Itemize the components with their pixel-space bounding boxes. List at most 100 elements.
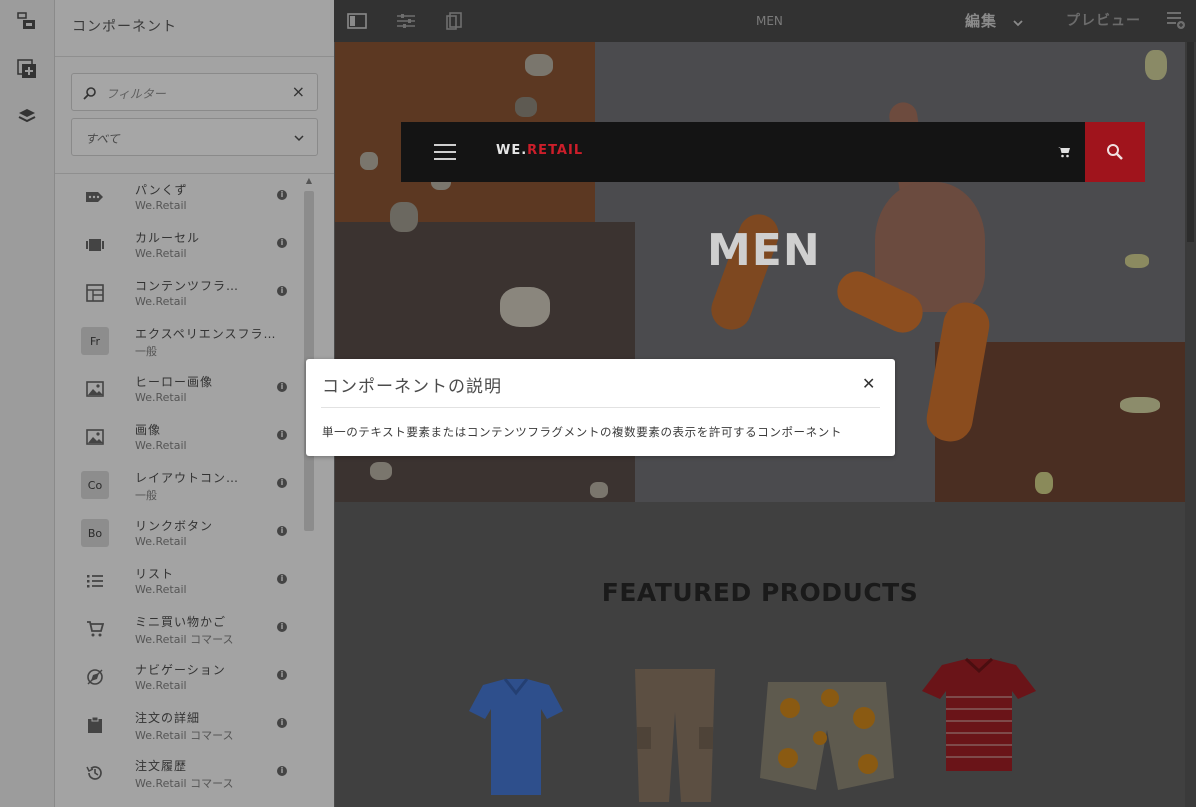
link-button-badge: Bo bbox=[81, 519, 109, 547]
site-header: WE.RETAIL bbox=[401, 122, 1085, 182]
dialog-title: コンポーネントの説明 bbox=[322, 377, 502, 397]
mode-selector[interactable]: 編集 bbox=[965, 10, 997, 31]
component-group: We.Retail bbox=[135, 247, 187, 260]
list-item[interactable]: カルーセル We.Retail i bbox=[55, 222, 300, 270]
list-item[interactable]: リスト We.Retail i bbox=[55, 558, 300, 606]
clear-filter-icon[interactable]: × bbox=[292, 82, 305, 101]
layers-icon[interactable] bbox=[16, 106, 38, 128]
component-name: コンテンツフラ… bbox=[135, 279, 240, 293]
side-rail bbox=[0, 0, 55, 807]
add-component-icon[interactable] bbox=[16, 58, 38, 80]
group-select-value: すべて bbox=[85, 132, 120, 146]
hamburger-menu-icon[interactable] bbox=[434, 144, 456, 160]
component-name: リンクボタン bbox=[135, 519, 214, 533]
info-icon[interactable]: i bbox=[277, 238, 287, 248]
emulator-icon[interactable] bbox=[444, 10, 466, 32]
info-icon[interactable]: i bbox=[277, 718, 287, 728]
list-item[interactable]: Co レイアウトコン… 一般 i bbox=[55, 462, 300, 510]
list-item[interactable]: ナビゲーション We.Retail i bbox=[55, 654, 300, 702]
carousel-icon bbox=[81, 231, 109, 259]
climbing-hold bbox=[500, 287, 550, 327]
brand-we: WE. bbox=[496, 143, 528, 158]
divider bbox=[321, 407, 880, 408]
climbing-hold bbox=[1035, 472, 1053, 494]
content-tree-icon[interactable] bbox=[16, 10, 38, 32]
search-icon bbox=[83, 85, 97, 104]
scroll-thumb[interactable] bbox=[1187, 42, 1194, 242]
info-icon[interactable]: i bbox=[277, 574, 287, 584]
component-name: レイアウトコン… bbox=[135, 471, 240, 485]
product-cargo-pants[interactable] bbox=[633, 667, 717, 802]
component-group: 一般 bbox=[135, 345, 157, 358]
product-striped-polo[interactable] bbox=[920, 657, 1038, 772]
climbing-hold bbox=[360, 152, 378, 170]
info-icon[interactable]: i bbox=[277, 478, 287, 488]
climbing-hold bbox=[590, 482, 608, 498]
list-item[interactable]: 注文履歴 We.Retail コマース i bbox=[55, 750, 300, 798]
component-name: ナビゲーション bbox=[135, 663, 226, 677]
component-group: We.Retail bbox=[135, 199, 187, 212]
info-icon[interactable]: i bbox=[277, 286, 287, 296]
featured-products-heading: FEATURED PRODUCTS bbox=[601, 578, 919, 607]
page-title: MEN bbox=[756, 14, 783, 28]
climbing-hold bbox=[1120, 397, 1160, 413]
chevron-down-icon[interactable] bbox=[1012, 14, 1024, 33]
component-group: We.Retail bbox=[135, 679, 187, 692]
clipboard-icon bbox=[81, 711, 109, 739]
history-icon bbox=[81, 759, 109, 787]
component-name: ヒーロー画像 bbox=[135, 375, 214, 389]
list-item[interactable]: 注文の詳細 We.Retail コマース i bbox=[55, 702, 300, 750]
toggle-side-panel-icon[interactable] bbox=[346, 10, 368, 32]
component-group: We.Retail bbox=[135, 583, 187, 596]
list-item[interactable]: ミニ買い物かご We.Retail コマース i bbox=[55, 606, 300, 654]
component-description-dialog: コンポーネントの説明 ✕ 単一のテキスト要素またはコンテンツフラグメントの複数要… bbox=[306, 359, 895, 456]
info-icon[interactable]: i bbox=[277, 382, 287, 392]
component-name: リスト bbox=[135, 567, 175, 581]
cart-icon bbox=[81, 615, 109, 643]
climbing-hold bbox=[1145, 50, 1167, 80]
page-properties-icon[interactable] bbox=[395, 10, 417, 32]
component-group: We.Retail コマース bbox=[135, 777, 234, 790]
filter-input[interactable]: フィルター × bbox=[71, 73, 318, 111]
panel-scrollbar[interactable]: ▲ bbox=[303, 176, 315, 807]
annotations-icon[interactable] bbox=[1166, 10, 1186, 34]
list-item[interactable]: ヒーロー画像 We.Retail i bbox=[55, 366, 300, 414]
product-board-shorts[interactable] bbox=[760, 678, 894, 793]
site-logo[interactable]: WE.RETAIL bbox=[496, 143, 583, 158]
info-icon[interactable]: i bbox=[277, 622, 287, 632]
component-name: カルーセル bbox=[135, 231, 201, 245]
featured-section: FEATURED PRODUCTS bbox=[335, 502, 1185, 807]
close-icon[interactable]: ✕ bbox=[862, 374, 875, 393]
image-icon bbox=[81, 423, 109, 451]
hero-title: MEN bbox=[707, 225, 821, 276]
component-group: We.Retail コマース bbox=[135, 729, 234, 742]
climbing-hold bbox=[1125, 254, 1149, 268]
scroll-up-arrow-icon[interactable]: ▲ bbox=[303, 176, 315, 188]
info-icon[interactable]: i bbox=[277, 190, 287, 200]
info-icon[interactable]: i bbox=[277, 526, 287, 536]
cart-icon[interactable] bbox=[1057, 144, 1071, 163]
preview-button[interactable]: プレビュー bbox=[1066, 10, 1141, 30]
group-select[interactable]: すべて bbox=[71, 118, 318, 156]
canvas-scrollbar[interactable] bbox=[1185, 42, 1196, 807]
product-polo-blue[interactable] bbox=[465, 677, 567, 797]
list-item[interactable]: Fr エクスペリエンスフラ… 一般 bbox=[55, 318, 300, 366]
site-search-button[interactable] bbox=[1085, 122, 1145, 182]
chevron-down-icon bbox=[293, 129, 305, 148]
divider bbox=[55, 56, 334, 57]
list-item[interactable]: パンくず We.Retail i bbox=[55, 174, 300, 222]
brand-retail: RETAIL bbox=[527, 143, 584, 158]
filter-placeholder: フィルター bbox=[106, 87, 166, 101]
component-name: エクスペリエンスフラ… bbox=[135, 327, 277, 341]
list-item[interactable]: コンテンツフラ… We.Retail i bbox=[55, 270, 300, 318]
breadcrumb-icon bbox=[81, 183, 109, 211]
climbing-hold bbox=[515, 97, 537, 117]
component-group: We.Retail bbox=[135, 295, 187, 308]
info-icon[interactable]: i bbox=[277, 766, 287, 776]
list-item[interactable]: Bo リンクボタン We.Retail i bbox=[55, 510, 300, 558]
info-icon[interactable]: i bbox=[277, 430, 287, 440]
component-group: We.Retail bbox=[135, 391, 187, 404]
list-item[interactable]: 画像 We.Retail i bbox=[55, 414, 300, 462]
info-icon[interactable]: i bbox=[277, 670, 287, 680]
list-icon bbox=[81, 567, 109, 595]
